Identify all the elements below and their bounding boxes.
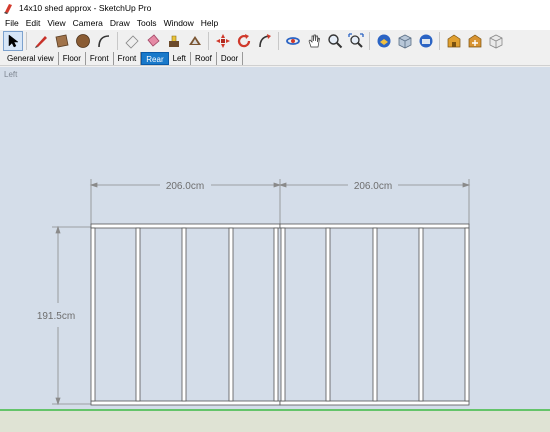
dimension-label-right-width: 206.0cm	[354, 181, 392, 192]
warehouse-button[interactable]	[444, 31, 464, 51]
front-view-icon	[398, 34, 412, 49]
move-icon	[216, 34, 230, 48]
component-icon	[489, 34, 503, 49]
side-view-icon	[419, 34, 433, 48]
window-title: 14x10 shed approx - SketchUp Pro	[19, 3, 152, 13]
main-toolbar	[0, 30, 550, 52]
model-viewport[interactable]: Left 206.0cm 206.0cm 191.5cm	[0, 67, 550, 432]
menu-tools[interactable]: Tools	[135, 16, 162, 30]
extension-icon	[468, 34, 482, 48]
orbit-icon	[286, 37, 300, 45]
warehouse-icon	[447, 34, 461, 48]
offset-icon	[189, 36, 201, 45]
zoom-extents-tool-button[interactable]	[346, 31, 366, 51]
wall-frame-drawing[interactable]: 206.0cm 206.0cm 191.5cm	[0, 67, 550, 432]
offset-tool-button[interactable]	[185, 31, 205, 51]
orbit-tool-button[interactable]	[283, 31, 303, 51]
eraser-icon	[125, 35, 139, 49]
scene-tab-door[interactable]: Door	[217, 52, 244, 65]
circle-icon	[76, 34, 90, 48]
pan-tool-button[interactable]	[304, 31, 324, 51]
menu-window[interactable]: Window	[162, 16, 199, 30]
push-pull-tool-button[interactable]	[164, 31, 184, 51]
rotate-icon	[237, 34, 251, 48]
pan-icon	[308, 34, 320, 48]
follow-me-tool-button[interactable]	[255, 31, 275, 51]
iso-view-icon	[377, 34, 391, 48]
menu-help[interactable]: Help	[199, 16, 223, 30]
scene-tab-rear[interactable]: Rear	[141, 52, 169, 65]
scene-tab-front[interactable]: Front	[86, 52, 114, 65]
scene-tabs-bar: General view Floor Front Front Rear Left…	[0, 52, 550, 66]
circle-tool-button[interactable]	[73, 31, 93, 51]
zoom-tool-button[interactable]	[325, 31, 345, 51]
rectangle-tool-button[interactable]	[52, 31, 72, 51]
iso-view-button[interactable]	[374, 31, 394, 51]
menu-draw[interactable]: Draw	[108, 16, 135, 30]
eraser-tool-button[interactable]	[122, 31, 142, 51]
menu-bar: File Edit View Camera Draw Tools Window …	[0, 16, 550, 30]
paint-bucket-icon	[147, 34, 160, 47]
scene-tab-left[interactable]: Left	[169, 52, 191, 65]
rectangle-icon	[55, 34, 69, 48]
components-button[interactable]	[486, 31, 506, 51]
pencil-line-icon	[35, 36, 47, 48]
horizontal-dimension[interactable]	[89, 179, 471, 225]
scene-tab-front-2[interactable]: Front	[114, 52, 142, 65]
front-view-button[interactable]	[395, 31, 415, 51]
select-icon	[8, 34, 19, 48]
extension-warehouse-button[interactable]	[465, 31, 485, 51]
menu-camera[interactable]: Camera	[71, 16, 108, 30]
line-tool-button[interactable]	[31, 31, 51, 51]
scene-tab-general-view[interactable]: General view	[3, 52, 59, 65]
menu-edit[interactable]: Edit	[24, 16, 46, 30]
paint-bucket-tool-button[interactable]	[143, 31, 163, 51]
dimension-label-height: 191.5cm	[37, 311, 75, 322]
push-pull-icon	[169, 35, 179, 47]
frame-right-panel[interactable]	[279, 223, 470, 406]
dimension-label-left-width: 206.0cm	[166, 181, 204, 192]
arc-icon	[98, 35, 110, 48]
ground-plane	[0, 409, 550, 432]
follow-me-icon	[259, 34, 271, 48]
sketchup-logo-icon	[3, 3, 14, 14]
menu-view[interactable]: View	[45, 16, 70, 30]
frame-left-panel[interactable]	[90, 223, 281, 406]
side-view-button[interactable]	[416, 31, 436, 51]
title-bar: 14x10 shed approx - SketchUp Pro	[0, 0, 550, 16]
scene-tab-roof[interactable]: Roof	[191, 52, 217, 65]
arc-tool-button[interactable]	[94, 31, 114, 51]
scene-tab-floor[interactable]: Floor	[59, 52, 86, 65]
zoom-icon	[328, 34, 343, 49]
zoom-extents-icon	[348, 33, 364, 48]
rotate-tool-button[interactable]	[234, 31, 254, 51]
move-tool-button[interactable]	[213, 31, 233, 51]
select-tool-button[interactable]	[3, 31, 23, 51]
menu-file[interactable]: File	[3, 16, 24, 30]
